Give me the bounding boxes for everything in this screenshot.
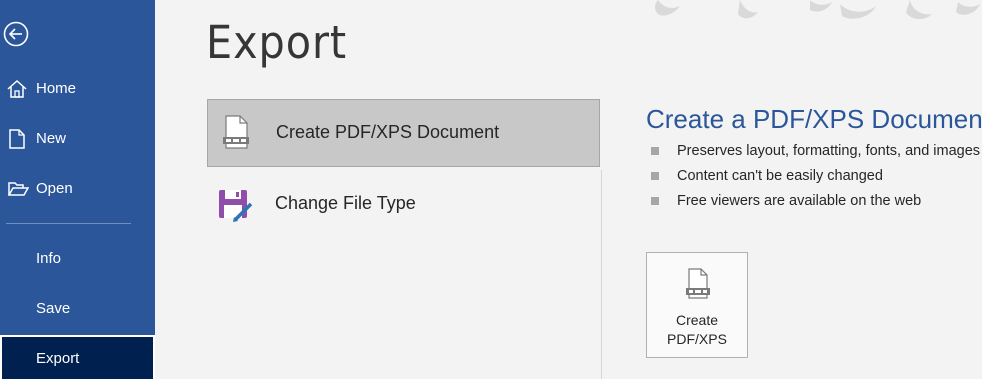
- create-pdf-xps-button-label: Create PDF/XPS: [647, 311, 747, 349]
- pdf-document-icon: [218, 113, 254, 153]
- nav-save-label: Save: [36, 300, 71, 317]
- nav-home-label: Home: [36, 80, 77, 97]
- open-folder-icon: [7, 178, 30, 200]
- bullet-item: Free viewers are available on the web: [651, 193, 980, 218]
- panel-divider: [601, 170, 602, 379]
- nav-open-label: Open: [36, 180, 73, 197]
- nav-export[interactable]: Export: [0, 335, 155, 379]
- detail-title: Create a PDF/XPS Document: [646, 104, 982, 134]
- home-icon: [7, 78, 27, 100]
- bullet-square-icon: [651, 147, 659, 155]
- nav-info-label: Info: [36, 250, 62, 267]
- nav-save[interactable]: Save: [0, 287, 155, 331]
- sidebar-divider: [6, 223, 131, 224]
- option-change-file-type-label: Change File Type: [275, 193, 416, 213]
- button-label-line1: Create: [675, 312, 719, 328]
- nav-new[interactable]: New: [0, 117, 155, 161]
- bullet-item: Preserves layout, formatting, fonts, and…: [651, 143, 980, 168]
- header-decoration: [640, 0, 982, 22]
- nav-new-label: New: [36, 130, 67, 147]
- change-file-type-icon: [217, 184, 253, 224]
- nav-home[interactable]: Home: [0, 67, 155, 111]
- bullet-square-icon: [651, 172, 659, 180]
- nav-export-label: Export: [36, 350, 80, 367]
- backstage-sidebar: Home New Open Info Save Export: [0, 0, 155, 379]
- option-create-pdf-xps[interactable]: Create PDF/XPS Document: [207, 99, 600, 167]
- bullet-text: Preserves layout, formatting, fonts, and…: [677, 143, 981, 159]
- bullet-square-icon: [651, 197, 659, 205]
- bullet-item: Content can't be easily changed: [651, 168, 980, 193]
- page-title: Export: [206, 16, 348, 69]
- new-document-icon: [7, 128, 27, 150]
- pdf-document-icon: [682, 267, 714, 303]
- option-change-file-type[interactable]: Change File Type: [207, 171, 600, 239]
- bullet-text: Free viewers are available on the web: [677, 193, 922, 209]
- create-pdf-xps-button[interactable]: Create PDF/XPS: [646, 252, 748, 358]
- bullet-text: Content can't be easily changed: [677, 168, 883, 184]
- option-create-pdf-xps-label: Create PDF/XPS Document: [276, 122, 500, 142]
- nav-info[interactable]: Info: [0, 237, 155, 281]
- button-label-line2: PDF/XPS: [667, 331, 727, 347]
- back-arrow-icon[interactable]: [3, 21, 29, 47]
- nav-open[interactable]: Open: [0, 167, 155, 211]
- detail-bullets: Preserves layout, formatting, fonts, and…: [651, 143, 980, 218]
